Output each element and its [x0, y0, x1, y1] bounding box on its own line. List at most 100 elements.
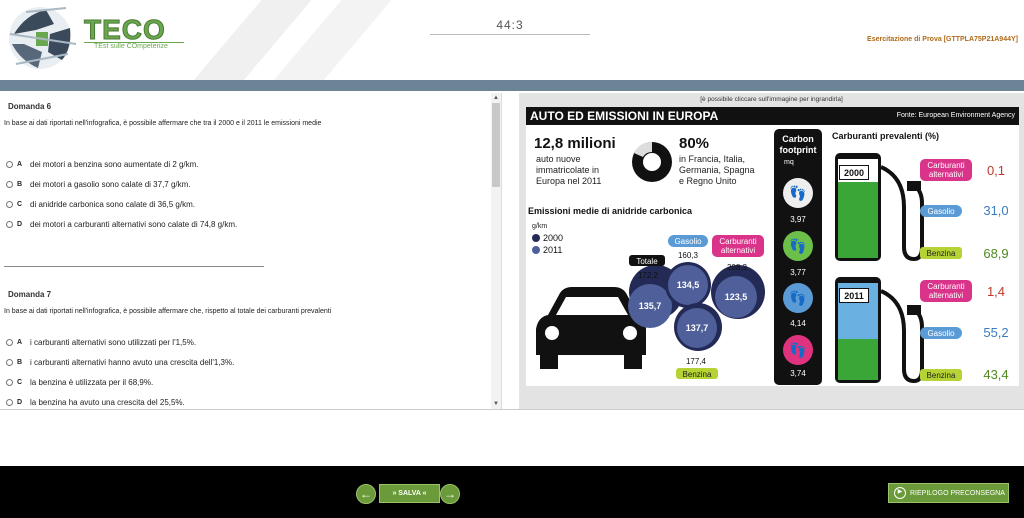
- radio-button[interactable]: [6, 181, 13, 188]
- fuel-2011-alternativi-value: 1,4: [987, 284, 1005, 299]
- answer-option[interactable]: Cdi anidride carbonica sono calate di 36…: [6, 200, 195, 209]
- benzina-2011-value: 137,7: [686, 323, 709, 333]
- play-circle-icon: ▶: [894, 487, 906, 499]
- radio-button[interactable]: [6, 221, 13, 228]
- gasolio-2011-value: 134,5: [677, 280, 700, 290]
- fuel-2011-gasolio-label: Gasolio: [927, 329, 955, 338]
- option-letter: C: [17, 201, 23, 208]
- option-text: dei motori a benzina sono aumentate di 2…: [30, 160, 199, 169]
- option-text: la benzina è utilizzata per il 68,9%.: [30, 378, 154, 387]
- option-text: i carburanti alternativi hanno avuto una…: [30, 358, 235, 367]
- radio-button[interactable]: [6, 379, 13, 386]
- fuel-2011-alternativi-label: Carburanti: [927, 282, 965, 291]
- fuel-2000-benzina-label: Benzina: [927, 249, 956, 258]
- option-text: di anidride carbonica sono calate di 36,…: [30, 200, 195, 209]
- answer-option[interactable]: Bdei motori a gasolio sono calate di 37,…: [6, 180, 191, 189]
- exam-code: Esercitazione di Prova [GTTPLA75P21A944Y…: [867, 36, 1018, 43]
- infographic-pane: [è possibile cliccare sull'immagine per …: [519, 93, 1024, 409]
- timer-underline: [430, 34, 590, 35]
- alternativi-2011-value: 123,5: [725, 292, 748, 302]
- question-stem: In base ai dati riportati nell'infografi…: [4, 120, 322, 127]
- gasolio-2000-value: 160,3: [678, 251, 699, 260]
- svg-text:👣: 👣: [789, 184, 806, 202]
- option-text: la benzina ha avuto una crescita del 25,…: [30, 398, 185, 407]
- recap-button[interactable]: ▶ RIEPILOGO PRECONSEGNA: [888, 483, 1009, 503]
- carbon-title: footprint: [780, 145, 817, 155]
- radio-button[interactable]: [6, 339, 13, 346]
- fuel-2011-benzina-label: Benzina: [927, 371, 956, 380]
- svg-text:👣: 👣: [789, 237, 806, 255]
- legend-2011-label: 2011: [543, 245, 562, 255]
- scroll-down-arrow-icon[interactable]: ▼: [491, 399, 501, 409]
- svg-text:👣: 👣: [789, 341, 806, 359]
- radio-button[interactable]: [6, 161, 13, 168]
- previous-arrow-icon[interactable]: ←: [356, 484, 376, 504]
- question-title: Domanda 6: [8, 102, 52, 111]
- fuel-2011-gasolio-value: 55,2: [983, 325, 1008, 340]
- gasolio-label: Gasolio: [674, 237, 702, 246]
- footer-bar: ← » SALVA « → ▶ RIEPILOGO PRECONSEGNA: [0, 466, 1024, 518]
- carbon-value: 3,74: [790, 369, 806, 378]
- save-button[interactable]: » SALVA «: [379, 484, 440, 503]
- option-letter: A: [17, 161, 23, 168]
- radio-button[interactable]: [6, 399, 13, 406]
- fuel-2000-alternativi-label: Carburanti: [927, 161, 965, 170]
- scroll-thumb[interactable]: [492, 103, 500, 187]
- stat-new-cars-value: 12,8 milioni: [534, 135, 616, 152]
- pump-2000-year: 2000: [844, 168, 864, 178]
- benzina-label: Benzina: [683, 370, 712, 379]
- option-letter: B: [17, 181, 23, 188]
- svg-text:👣: 👣: [789, 289, 806, 307]
- fuel-2000-alternativi-label: alternativi: [929, 170, 963, 179]
- fuel-title: Carburanti prevalenti (%): [832, 131, 939, 141]
- pump-2011-year: 2011: [844, 291, 864, 301]
- totale-2011-value: 135,7: [639, 301, 662, 311]
- enlarge-hint: [è possibile cliccare sull'immagine per …: [700, 96, 843, 103]
- answer-option[interactable]: Dla benzina ha avuto una crescita del 25…: [6, 398, 185, 407]
- alternativi-label: Carburanti: [719, 237, 757, 246]
- answer-option[interactable]: Bi carburanti alternativi hanno avuto un…: [6, 358, 234, 367]
- stat-share-text: e Regno Unito: [679, 176, 737, 186]
- answer-option[interactable]: Cla benzina è utilizzata per il 68,9%.: [6, 378, 153, 387]
- option-letter: D: [17, 221, 23, 228]
- option-letter: A: [17, 339, 23, 346]
- header-bar: [0, 80, 1024, 91]
- option-letter: B: [17, 359, 23, 366]
- legend-2000-marker: [532, 234, 540, 242]
- donut-hole: [643, 153, 661, 171]
- question-divider: [4, 266, 264, 267]
- emissions-unit: g/km: [532, 223, 547, 230]
- option-letter: C: [17, 379, 23, 386]
- option-text: dei motori a gasolio sono calate di 37,7…: [30, 180, 191, 189]
- answer-option[interactable]: Ddei motori a carburanti alternativi son…: [6, 220, 237, 229]
- fuel-2000-benzina-value: 68,9: [983, 246, 1008, 261]
- infographic-image[interactable]: AUTO ED EMISSIONI IN EUROPA Fonte: Europ…: [526, 107, 1019, 386]
- radio-button[interactable]: [6, 201, 13, 208]
- logo-subtitle: TEst sulle COmpetenze: [94, 43, 168, 50]
- carbon-value: 3,97: [790, 215, 806, 224]
- benzina-2000-value: 177,4: [686, 357, 707, 366]
- header: TECO TEst sulle COmpetenze 44:3 Esercita…: [0, 0, 1024, 80]
- radio-button[interactable]: [6, 359, 13, 366]
- totale-label: Totale: [636, 257, 658, 266]
- answer-option[interactable]: Ai carburanti alternativi sono utilizzat…: [6, 338, 196, 347]
- infographic-graphic: 12,8 milioni auto nuove immatricolate in…: [528, 129, 1009, 385]
- carbon-unit: mq: [784, 159, 794, 166]
- carbon-value: 4,14: [790, 319, 806, 328]
- questions-pane[interactable]: Domanda 6 In base ai dati riportati nell…: [0, 93, 502, 409]
- option-text: dei motori a carburanti alternativi sono…: [30, 220, 238, 229]
- option-letter: D: [17, 399, 23, 406]
- stat-new-cars-text: immatricolate in: [536, 165, 599, 175]
- answer-option[interactable]: Adei motori a benzina sono aumentate di …: [6, 160, 199, 169]
- questions-scrollbar[interactable]: ▲ ▼: [491, 93, 501, 409]
- question-title: Domanda 7: [8, 290, 52, 299]
- alternativi-label: alternativi: [721, 246, 755, 255]
- emissions-title: Emissioni medie di anidride carbonica: [528, 206, 693, 216]
- fuel-2000-gasolio-label: Gasolio: [927, 207, 955, 216]
- recap-button-label: RIEPILOGO PRECONSEGNA: [910, 489, 1005, 497]
- fuel-2011-benzina-value: 43,4: [983, 367, 1008, 382]
- next-arrow-icon[interactable]: →: [440, 484, 460, 504]
- stat-share-value: 80%: [679, 135, 709, 152]
- scroll-up-arrow-icon[interactable]: ▲: [491, 93, 501, 103]
- pump-2011-benzina-fill: [838, 339, 878, 380]
